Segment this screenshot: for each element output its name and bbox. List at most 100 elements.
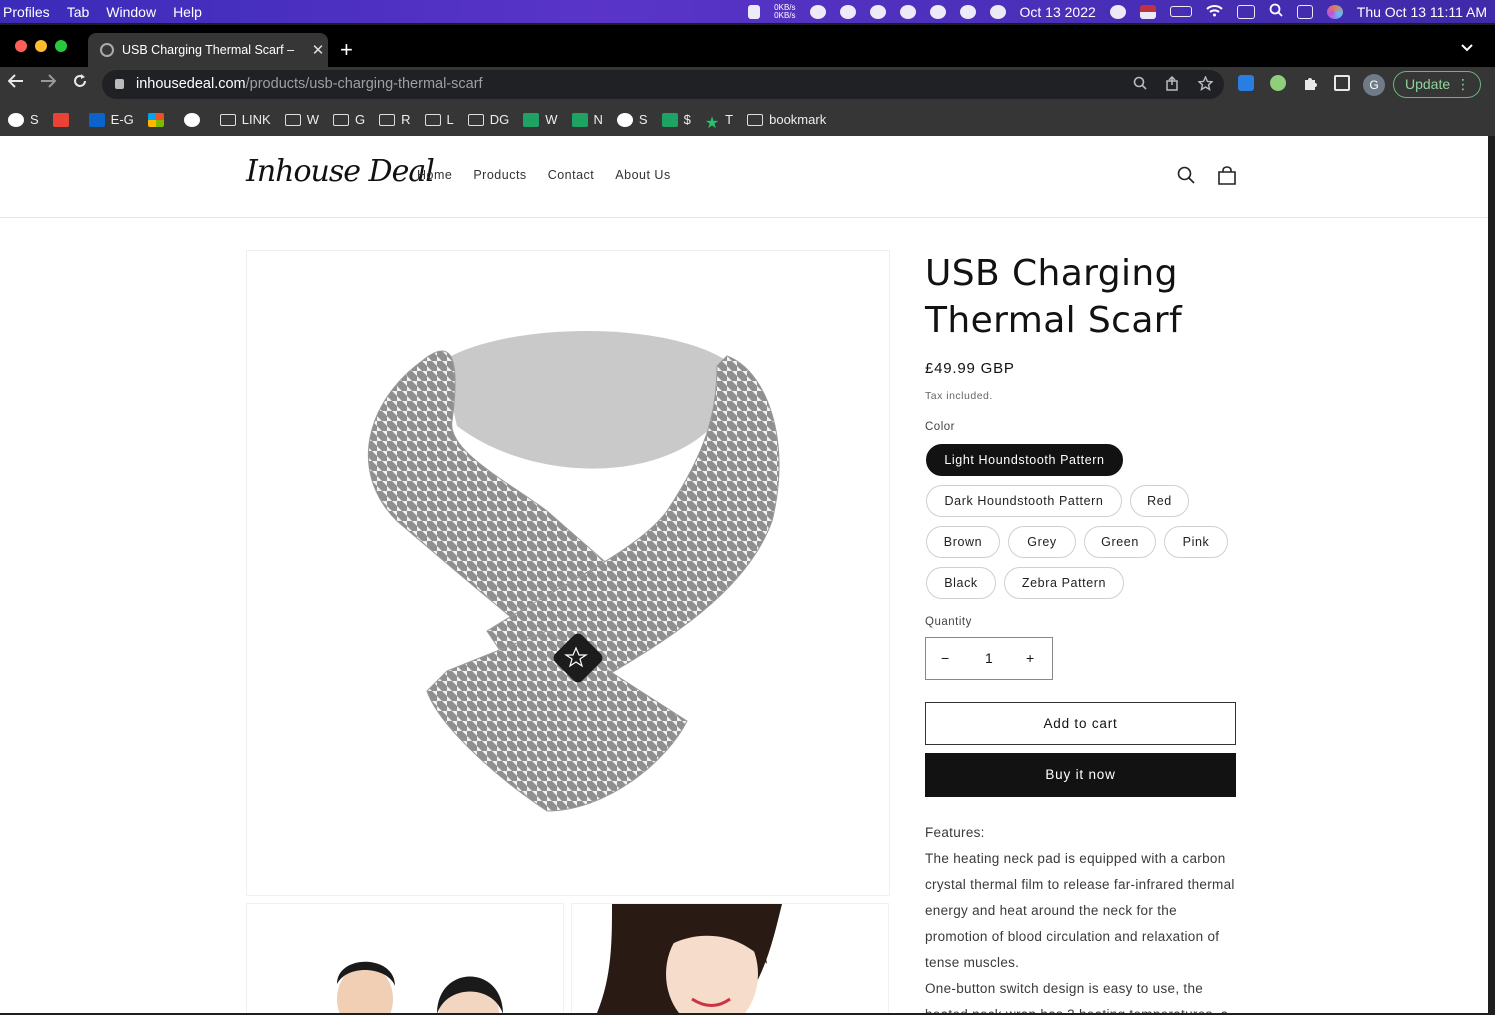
globe-icon xyxy=(616,112,633,127)
color-option-green[interactable]: Green xyxy=(1084,526,1156,558)
teamviewer-icon[interactable] xyxy=(809,4,826,19)
download-extension-icon[interactable] xyxy=(1238,75,1254,91)
bookmark-item[interactable]: E-G xyxy=(88,112,134,127)
siri-icon[interactable] xyxy=(1326,4,1343,19)
browser-tab[interactable]: USB Charging Thermal Scarf – ✕ xyxy=(88,33,328,67)
product-thumbnail-couple[interactable] xyxy=(246,903,564,1013)
color-option-dark-houndstooth[interactable]: Dark Houndstooth Pattern xyxy=(926,485,1122,517)
bookmark-item[interactable]: $ xyxy=(661,112,691,127)
quantity-decrease-button[interactable]: − xyxy=(941,650,949,666)
bookmark-label: G xyxy=(354,112,366,127)
color-option-red[interactable]: Red xyxy=(1130,485,1189,517)
bookmark-item[interactable] xyxy=(147,112,170,127)
update-button[interactable]: Update ⋮ xyxy=(1393,71,1481,98)
tax-note: Tax included. xyxy=(925,390,993,402)
bookmark-item[interactable]: S xyxy=(8,112,39,127)
close-window-icon[interactable] xyxy=(15,40,27,52)
lock-icon[interactable] xyxy=(115,79,124,89)
reload-icon[interactable] xyxy=(72,73,88,94)
bookmark-item[interactable] xyxy=(52,112,75,127)
line-icon[interactable] xyxy=(929,4,946,19)
menu-tab[interactable]: Tab xyxy=(61,4,101,20)
bookmark-label: $ xyxy=(683,112,691,127)
globe-icon xyxy=(8,112,24,127)
spotlight-icon[interactable] xyxy=(1269,3,1283,20)
gmail-icon xyxy=(52,112,69,127)
tab-close-icon[interactable]: ✕ xyxy=(308,41,328,59)
wifi-icon[interactable] xyxy=(1206,4,1223,20)
extensions-puzzle-icon[interactable] xyxy=(1302,75,1318,91)
new-tab-button[interactable]: + xyxy=(340,37,353,63)
zoom-icon[interactable] xyxy=(1133,76,1147,94)
cart-icon[interactable] xyxy=(1217,166,1237,186)
share-icon[interactable] xyxy=(1166,75,1178,95)
quantity-increase-button[interactable]: + xyxy=(1026,650,1034,666)
color-option-brown[interactable]: Brown xyxy=(926,526,1000,558)
product-thumbnail-model[interactable] xyxy=(571,903,889,1013)
color-option-grey[interactable]: Grey xyxy=(1008,526,1076,558)
more-menu-icon[interactable]: ⋮ xyxy=(1456,72,1470,97)
bookmark-item[interactable] xyxy=(183,112,206,127)
menubar-date[interactable]: Oct 13 2022 xyxy=(1020,4,1096,20)
add-to-cart-button[interactable]: Add to cart xyxy=(925,702,1236,745)
side-panel-icon[interactable] xyxy=(1334,75,1350,91)
product-main-image[interactable] xyxy=(246,250,890,896)
bookmark-item[interactable]: G xyxy=(332,112,366,127)
nav-contact[interactable]: Contact xyxy=(548,168,595,182)
color-option-zebra[interactable]: Zebra Pattern xyxy=(1004,567,1124,599)
bookmark-item[interactable]: DG xyxy=(467,112,509,127)
bookmark-label: W xyxy=(545,112,558,127)
web-page: Inhouse Deal Home Products Contact About… xyxy=(0,136,1488,1013)
quantity-input[interactable]: 1 xyxy=(985,650,993,666)
minimize-window-icon[interactable] xyxy=(35,40,47,52)
back-icon[interactable] xyxy=(7,73,24,94)
forward-icon[interactable] xyxy=(40,73,57,94)
site-logo[interactable]: Inhouse Deal xyxy=(246,154,435,189)
color-option-pink[interactable]: Pink xyxy=(1164,526,1228,558)
menu-profiles[interactable]: Profiles xyxy=(0,4,61,20)
bookmark-item[interactable]: ★ T xyxy=(704,112,734,132)
extension-circle-icon[interactable] xyxy=(1270,75,1286,91)
folder-icon xyxy=(332,113,349,126)
check-icon[interactable] xyxy=(959,4,976,19)
description-heading: Features: xyxy=(925,825,985,840)
bookmark-item[interactable]: bookmark xyxy=(747,112,826,127)
bookmark-item[interactable]: N xyxy=(571,112,603,127)
profile-avatar[interactable]: G xyxy=(1363,74,1385,96)
wechat-icon[interactable] xyxy=(899,4,916,19)
menubar-clock[interactable]: Thu Oct 13 11:11 AM xyxy=(1357,4,1487,20)
nav-products[interactable]: Products xyxy=(473,168,526,182)
bookmark-item[interactable]: S xyxy=(616,112,648,127)
address-bar[interactable]: inhousedeal.com/products/usb-charging-th… xyxy=(102,70,1224,99)
bookmark-item[interactable]: W xyxy=(523,112,558,127)
control-center-icon[interactable] xyxy=(1296,4,1313,19)
nav-about-us[interactable]: About Us xyxy=(615,168,670,182)
keyboard-icon[interactable] xyxy=(1236,4,1255,19)
play-icon[interactable] xyxy=(989,4,1006,19)
us-flag-icon[interactable] xyxy=(1139,4,1156,19)
pet-icon[interactable] xyxy=(839,4,856,19)
bookmark-item[interactable]: R xyxy=(379,112,411,127)
bookmark-item[interactable]: L xyxy=(424,112,454,127)
buy-it-now-button[interactable]: Buy it now xyxy=(925,753,1236,797)
star-icon: ★ xyxy=(704,114,720,132)
bookmark-item[interactable]: LINK xyxy=(219,112,271,127)
bookmark-item[interactable]: W xyxy=(284,112,319,127)
cat-icon[interactable] xyxy=(748,4,761,19)
bookmark-star-icon[interactable] xyxy=(1197,75,1214,95)
menu-window[interactable]: Window xyxy=(100,4,167,20)
url-text[interactable]: inhousedeal.com/products/usb-charging-th… xyxy=(136,76,483,92)
qq-icon[interactable] xyxy=(869,4,886,19)
search-icon[interactable] xyxy=(1177,166,1195,184)
menu-help[interactable]: Help xyxy=(167,4,213,20)
tab-title: USB Charging Thermal Scarf – xyxy=(122,43,295,57)
tab-search-chevron-icon[interactable] xyxy=(1461,39,1473,55)
maximize-window-icon[interactable] xyxy=(55,40,67,52)
bookmark-label: T xyxy=(725,112,734,127)
time-machine-icon[interactable] xyxy=(1109,4,1126,19)
quantity-stepper: − 1 + xyxy=(925,637,1053,680)
battery-icon[interactable] xyxy=(1169,6,1192,17)
nav-home[interactable]: Home xyxy=(417,168,452,182)
color-option-black[interactable]: Black xyxy=(926,567,996,599)
color-option-light-houndstooth[interactable]: Light Houndstooth Pattern xyxy=(926,444,1123,476)
